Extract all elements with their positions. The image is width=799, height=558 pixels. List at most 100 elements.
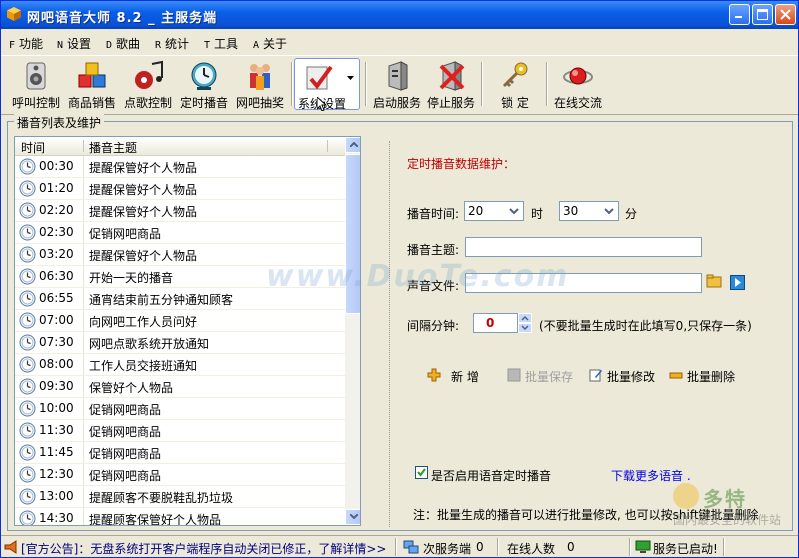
menu-songs[interactable]: D 歌曲: [106, 35, 140, 52]
row-time: 14:30: [39, 511, 74, 525]
clock-icon: [19, 224, 36, 241]
row-subject: 促销网吧商品: [89, 469, 162, 483]
lottery-button[interactable]: 网吧抽奖: [233, 58, 287, 110]
row-subject: 促销网吧商品: [89, 227, 162, 241]
online-chat-button[interactable]: 在线交流: [551, 58, 605, 110]
list-header: 时间 播音主题: [15, 137, 345, 156]
list-item[interactable]: 00:30 提醒保管好个人物品: [15, 156, 345, 178]
subject-input[interactable]: [465, 237, 702, 257]
delete-icon: [669, 372, 683, 379]
timed-broadcast-button[interactable]: 定时播音: [177, 58, 231, 110]
row-subject: 提醒保管好个人物品: [89, 161, 198, 175]
official-notice[interactable]: [官方公告]：无盘系统打开客户端程序自动关闭已修正，了解详情>>: [21, 540, 386, 557]
row-subject: 开始一天的播音: [89, 271, 174, 285]
maximize-icon: [757, 9, 768, 20]
interval-input[interactable]: 0: [473, 313, 518, 333]
menu-tools[interactable]: T 工具: [204, 35, 238, 52]
minute-select[interactable]: 30: [559, 201, 619, 221]
save-icon: [507, 368, 521, 382]
toolbar: 呼叫控制 商品销售 点歌控制 定时播音 网吧抽奖 启动服务 停止服务 锁 定 在…: [1, 55, 798, 115]
list-item[interactable]: 11:45 促销网吧商品: [15, 442, 345, 464]
folder-open-icon[interactable]: [706, 273, 722, 289]
row-time: 11:45: [39, 445, 74, 459]
row-subject: 提醒保管好个人物品: [89, 183, 198, 197]
row-subject: 促销网吧商品: [89, 403, 162, 417]
list-item[interactable]: 07:00 向网吧工作人员问好: [15, 310, 345, 332]
clock-icon: [19, 180, 36, 197]
minute-unit: 分: [625, 207, 638, 221]
broadcast-list[interactable]: 时间 播音主题 00:30 提醒保管好个人物品 01:20 提醒保管好个人物品 02:2…: [14, 136, 361, 526]
edit-icon: [589, 369, 602, 382]
list-item[interactable]: 01:20 提醒保管好个人物品: [15, 178, 345, 200]
hour-select[interactable]: 20: [464, 201, 524, 221]
list-item[interactable]: 10:00 促销网吧商品: [15, 398, 345, 420]
scroll-up-button[interactable]: [345, 137, 360, 153]
column-subject[interactable]: 播音主题: [89, 139, 137, 156]
enable-label[interactable]: 是否启用语音定时播音: [431, 467, 551, 484]
maximize-button[interactable]: [752, 4, 773, 25]
product-sales-button[interactable]: 商品销售: [65, 58, 119, 110]
vertical-scrollbar[interactable]: [345, 137, 360, 525]
row-time: 06:55: [39, 291, 74, 305]
clock-icon: [19, 488, 36, 505]
key-icon: [502, 62, 528, 88]
interval-spinner[interactable]: [518, 313, 532, 333]
lock-button[interactable]: 锁 定: [487, 58, 543, 110]
menu-statistics[interactable]: R 统计: [155, 35, 189, 52]
list-item[interactable]: 12:30 促销网吧商品: [15, 464, 345, 486]
chevron-down-icon: [509, 208, 519, 215]
system-settings-button[interactable]: 系统设置: [294, 58, 360, 111]
column-time[interactable]: 时间: [21, 139, 45, 156]
menu-function[interactable]: F 功能: [9, 35, 43, 52]
row-time: 10:00: [39, 401, 74, 415]
row-time: 13:00: [39, 489, 74, 503]
app-window: 网吧语音大师 8.2 _ 主服务端 F 功能 N 设置 D 歌曲 R 统计 T 工具 A关…: [0, 0, 799, 558]
speaker-icon: [26, 62, 46, 90]
menu-bar: F 功能 N 设置 D 歌曲 R 统计 T 工具 A 关于: [1, 31, 798, 53]
minimize-button[interactable]: [729, 4, 750, 25]
service-count: 0: [476, 540, 484, 554]
list-item[interactable]: 02:20 提醒保管好个人物品: [15, 200, 345, 222]
play-icon[interactable]: [730, 275, 745, 290]
list-item[interactable]: 08:00 工作人员交接班通知: [15, 354, 345, 376]
site-logo: 多特 国内最安全的软件站: [667, 479, 793, 531]
check-icon: [417, 468, 426, 477]
logo-icon: [673, 483, 699, 509]
service-label: 次服务端: [423, 542, 472, 556]
list-item[interactable]: 14:30 提醒顾客保管好个人物品: [15, 508, 345, 525]
toolbar-separator: [291, 62, 293, 106]
list-item[interactable]: 13:00 提醒顾客不要脱鞋乱扔垃圾: [15, 486, 345, 508]
subject-label: 播音主题:: [407, 243, 460, 257]
toolbar-separator: [546, 62, 548, 106]
row-time: 02:20: [39, 203, 74, 217]
list-item[interactable]: 09:30 保管好个人物品: [15, 376, 345, 398]
scroll-down-button[interactable]: [345, 509, 360, 525]
row-time: 07:00: [39, 313, 74, 327]
list-item[interactable]: 07:30 网吧点歌系统开放通知: [15, 332, 345, 354]
row-subject: 通宵结束前五分钟通知顾客: [89, 293, 234, 307]
chevron-down-icon: [350, 514, 358, 519]
menu-about[interactable]: A 关于: [253, 35, 287, 52]
people-icon: [250, 64, 270, 90]
song-control-button[interactable]: 点歌控制: [121, 58, 175, 110]
list-item[interactable]: 02:30 促销网吧商品: [15, 222, 345, 244]
row-time: 06:30: [39, 269, 74, 283]
row-time: 12:30: [39, 467, 74, 481]
close-button[interactable]: [775, 4, 796, 25]
stop-service-button[interactable]: 停止服务: [425, 58, 477, 110]
window-title: 网吧语音大师 8.2 _ 主服务端: [27, 11, 218, 26]
list-item[interactable]: 11:30 促销网吧商品: [15, 420, 345, 442]
enable-checkbox[interactable]: [415, 466, 428, 479]
title-bar[interactable]: 网吧语音大师 8.2 _ 主服务端: [1, 1, 798, 29]
clock-icon: [19, 312, 36, 329]
menu-settings[interactable]: N 设置: [57, 35, 91, 52]
mouse-cursor-icon: [317, 97, 327, 111]
clock-icon: [19, 466, 36, 483]
start-service-button[interactable]: 启动服务: [371, 58, 423, 110]
row-subject: 提醒保管好个人物品: [89, 249, 198, 263]
clock-icon: [19, 422, 36, 439]
call-control-button[interactable]: 呼叫控制: [9, 58, 63, 110]
chevron-down-icon[interactable]: [347, 76, 354, 80]
chevron-up-icon: [350, 142, 358, 147]
clock-icon: [19, 334, 36, 351]
